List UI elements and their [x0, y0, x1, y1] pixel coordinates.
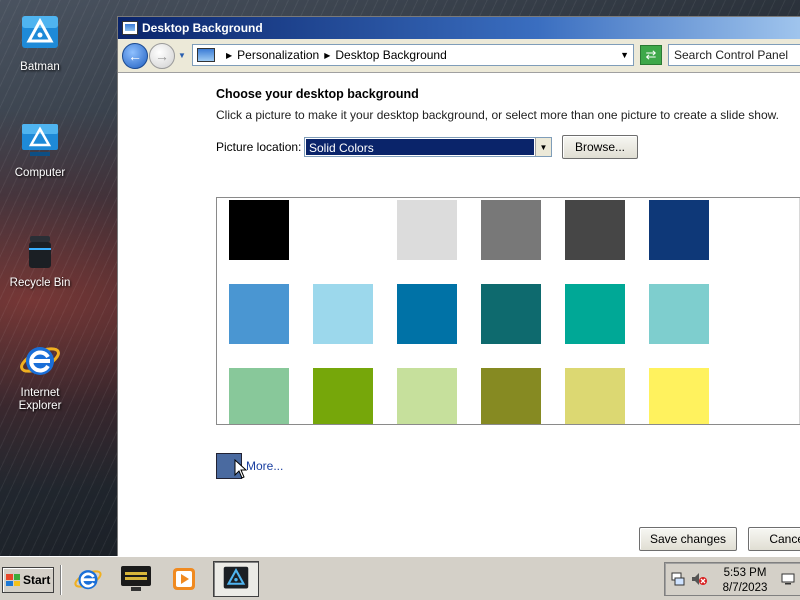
control-panel-icon	[122, 21, 138, 35]
taskbar-active-app[interactable]	[213, 561, 259, 597]
save-changes-button[interactable]: Save changes	[639, 527, 737, 551]
search-input[interactable]: Search Control Panel	[668, 44, 800, 66]
chevron-right-icon[interactable]: ▶	[226, 51, 232, 60]
refresh-button[interactable]: ⇄	[640, 45, 662, 65]
picture-location-select[interactable]: Solid Colors ▼	[304, 137, 552, 157]
desktop-icon-batman[interactable]: Batman	[0, 14, 80, 74]
control-panel-icon	[197, 48, 215, 62]
taskbar-monitor-app[interactable]	[118, 561, 154, 597]
breadcrumb-desktop-background[interactable]: Desktop Background	[335, 48, 446, 62]
mouse-cursor-icon	[234, 459, 248, 479]
recent-pages-dropdown[interactable]: ▼	[176, 51, 188, 60]
more-colors-row: More...	[216, 453, 283, 479]
search-placeholder: Search Control Panel	[674, 48, 789, 62]
windows-logo-icon	[6, 574, 20, 586]
clock-time: 5:53 PM	[723, 567, 767, 579]
color-swatch[interactable]	[649, 368, 709, 424]
color-swatch[interactable]	[481, 200, 541, 260]
color-swatch[interactable]	[229, 368, 289, 424]
internet-explorer-icon	[74, 570, 102, 590]
desktop-background-window: Desktop Background ← → ▼ ▶ Personalizati…	[117, 16, 800, 556]
main-content: Choose your desktop background Click a p…	[216, 87, 800, 551]
desktop-icon-label: Computer	[14, 167, 66, 179]
breadcrumb-personalization[interactable]: Personalization	[237, 48, 319, 62]
monitor-icon	[121, 566, 151, 591]
color-swatch[interactable]	[397, 200, 457, 260]
triangle-app-icon	[22, 16, 58, 48]
media-player-icon	[173, 568, 195, 590]
network-icon[interactable]	[671, 572, 685, 586]
forward-arrow-icon: →	[155, 47, 169, 64]
cancel-button[interactable]: Cancel	[748, 527, 800, 551]
picture-location-label: Picture location:	[216, 140, 302, 154]
refresh-icon: ⇄	[645, 47, 657, 62]
desktop-icon-label: Internet Explorer	[18, 387, 62, 412]
browse-button[interactable]: Browse...	[562, 135, 638, 159]
color-swatch[interactable]	[397, 368, 457, 424]
color-swatch[interactable]	[481, 284, 541, 344]
picture-location-row: Picture location: Solid Colors ▼ Browse.…	[216, 135, 638, 159]
desktop-icon-computer[interactable]: Computer	[0, 120, 80, 180]
volume-muted-icon[interactable]	[691, 572, 707, 586]
taskbar-media-player[interactable]	[166, 561, 202, 597]
color-swatch[interactable]	[565, 284, 625, 344]
window-title: Desktop Background	[142, 21, 263, 35]
triangle-app-icon	[223, 566, 249, 589]
color-swatch[interactable]	[649, 200, 709, 260]
color-swatch[interactable]	[313, 368, 373, 424]
color-swatch-grid	[216, 197, 800, 425]
internet-explorer-icon	[20, 347, 60, 375]
forward-button[interactable]: →	[149, 42, 175, 69]
start-label: Start	[23, 573, 51, 587]
color-swatch[interactable]	[481, 368, 541, 424]
clock[interactable]: 5:53 PM 8/7/2023	[715, 566, 775, 596]
color-swatch[interactable]	[397, 284, 457, 344]
taskbar-divider	[60, 565, 62, 595]
show-desktop-icon[interactable]	[781, 573, 795, 585]
title-bar[interactable]: Desktop Background	[118, 17, 800, 39]
clock-date: 8/7/2023	[722, 582, 768, 594]
start-button[interactable]: Start	[2, 567, 54, 593]
color-swatch[interactable]	[565, 368, 625, 424]
desktop-icon-recycle-bin[interactable]: Recycle Bin	[0, 230, 80, 290]
color-swatch[interactable]	[229, 200, 289, 260]
desktop-icon-label: Batman	[20, 61, 60, 73]
chevron-down-icon[interactable]: ▼	[535, 138, 551, 156]
back-button[interactable]: ←	[122, 42, 148, 69]
address-bar[interactable]: ▶ Personalization ▶ Desktop Background ▼	[192, 44, 634, 66]
picture-location-value: Solid Colors	[306, 139, 534, 155]
desktop-icon-internet-explorer[interactable]: Internet Explorer	[0, 340, 80, 413]
address-dropdown-icon[interactable]: ▼	[620, 50, 629, 60]
taskbar-internet-explorer[interactable]	[70, 561, 106, 597]
page-title: Choose your desktop background	[216, 87, 419, 101]
desktop-icon-label: Recycle Bin	[9, 277, 71, 289]
chevron-right-icon[interactable]: ▶	[324, 51, 330, 60]
computer-icon	[22, 124, 58, 156]
navigation-bar: ← → ▼ ▶ Personalization ▶ Desktop Backgr…	[118, 39, 800, 73]
more-colors-link[interactable]: More...	[246, 459, 283, 473]
page-description: Click a picture to make it your desktop …	[216, 108, 779, 122]
color-swatch[interactable]	[313, 200, 373, 260]
color-swatch[interactable]	[565, 200, 625, 260]
color-swatch[interactable]	[313, 284, 373, 344]
taskbar: Start 5:53 PM 8/7/2023	[0, 556, 800, 600]
recycle-bin-icon	[29, 236, 51, 268]
system-tray: 5:53 PM 8/7/2023	[664, 562, 800, 596]
color-swatch[interactable]	[649, 284, 709, 344]
color-swatch[interactable]	[229, 284, 289, 344]
back-arrow-icon: ←	[128, 47, 142, 64]
